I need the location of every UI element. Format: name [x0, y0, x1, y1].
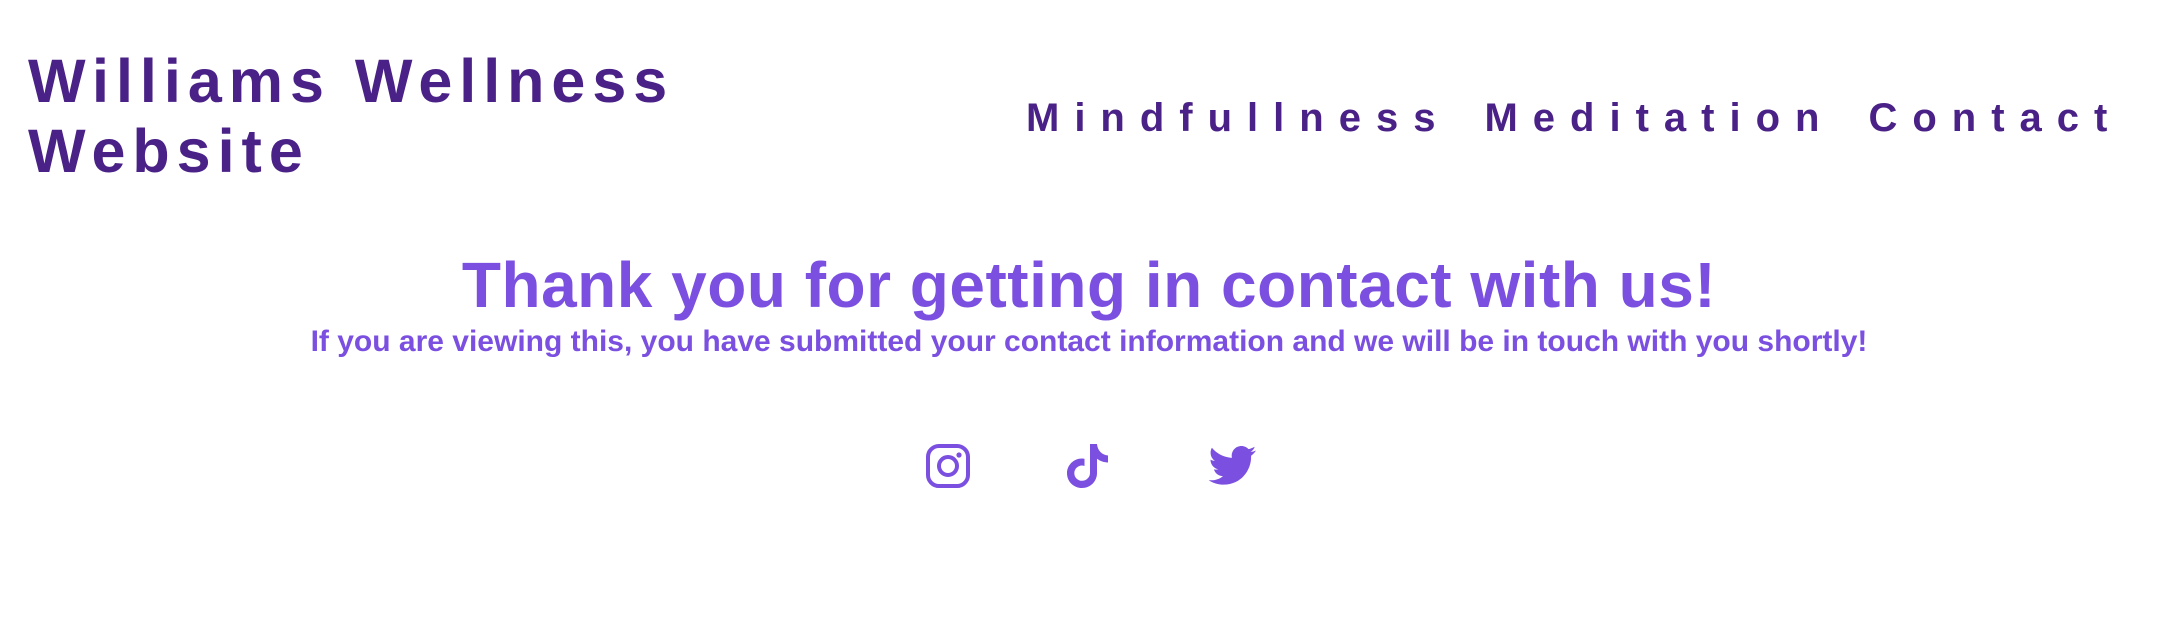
nav-link-meditation[interactable]: Meditation	[1484, 96, 1834, 141]
thank-you-headline: Thank you for getting in contact with us…	[461, 249, 1717, 321]
twitter-icon	[1208, 446, 1256, 485]
instagram-link[interactable]	[922, 440, 974, 492]
tiktok-icon	[1067, 444, 1108, 488]
nav-link-contact[interactable]: Contact	[1868, 96, 2122, 141]
main-nav: Mindfullness Meditation Contact	[1026, 96, 2122, 141]
nav-link-mindfullness[interactable]: Mindfullness	[1026, 96, 1450, 141]
confirmation-message: If you are viewing this, you have submit…	[310, 325, 1868, 358]
site-title[interactable]: Williams Wellness Website	[28, 46, 788, 186]
instagram-icon	[926, 444, 970, 488]
twitter-link[interactable]	[1206, 440, 1258, 492]
tiktok-link[interactable]	[1062, 440, 1114, 492]
page: Williams Wellness Website Mindfullness M…	[0, 0, 2178, 624]
social-links	[0, 440, 2178, 492]
